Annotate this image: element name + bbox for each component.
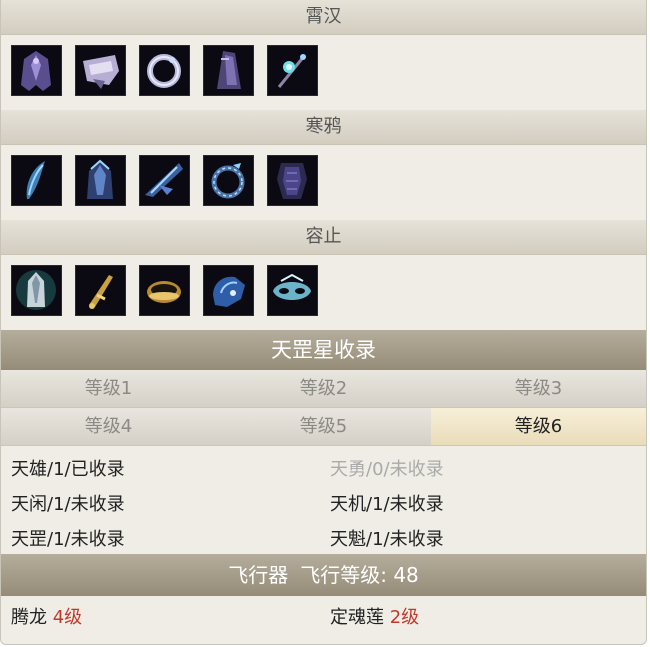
aircraft-level: 4级 [52, 607, 83, 628]
tab-level-2[interactable]: 等级2 [216, 370, 431, 408]
gauntlet-icon[interactable] [203, 265, 254, 316]
feather-icon[interactable] [11, 155, 62, 206]
tab-level-5[interactable]: 等级5 [216, 408, 431, 446]
armband-icon[interactable] [75, 45, 126, 96]
category-header: 容止 [1, 220, 646, 255]
star-entry: 天勇/0/未收录 [330, 459, 444, 480]
robe-icon[interactable] [11, 45, 62, 96]
flight-level: 飞行等级: 48 [300, 563, 419, 587]
star-entry: 天闲/1/未收录 [11, 494, 125, 515]
aircraft-title: 飞行器 [228, 563, 289, 587]
tab-level-1[interactable]: 等级1 [1, 370, 216, 408]
list-item: 天闲/1/未收录 天机/1/未收录 [1, 487, 646, 522]
wing-blade-icon[interactable] [139, 155, 190, 206]
mask-icon[interactable] [267, 265, 318, 316]
aircraft-item: 定魂莲 2级 [320, 596, 639, 640]
list-item: 天雄/1/已收录 天勇/0/未收录 [1, 452, 646, 487]
item-icon-row [1, 255, 646, 330]
aircraft-item: 腾龙 4级 [1, 596, 320, 640]
aircraft-name: 腾龙 [11, 607, 47, 628]
jade-robe-icon[interactable] [11, 265, 62, 316]
level-tab-row: 等级4 等级5 等级6 [1, 408, 646, 446]
level-tab-row: 等级1 等级2 等级3 [1, 370, 646, 408]
star-entry: 天机/1/未收录 [330, 494, 444, 515]
dark-armor-icon[interactable] [267, 155, 318, 206]
item-icon-row [1, 35, 646, 110]
dagger-icon[interactable] [75, 265, 126, 316]
star-entry: 天罡/1/未收录 [11, 529, 125, 550]
tab-level-3[interactable]: 等级3 [431, 370, 646, 408]
category-header: 寒鸦 [1, 110, 646, 145]
tab-level-4[interactable]: 等级4 [1, 408, 216, 446]
scepter-icon[interactable] [267, 45, 318, 96]
serpent-ring-icon[interactable] [203, 155, 254, 206]
gold-ring-icon[interactable] [139, 265, 190, 316]
aircraft-level: 2级 [389, 607, 420, 628]
bracelet-icon[interactable] [139, 45, 190, 96]
collection-title: 天罡星收录 [1, 330, 646, 370]
category-header: 霄汉 [1, 0, 646, 35]
star-entry: 天雄/1/已收录 [11, 459, 125, 480]
spirit-robe-icon[interactable] [75, 155, 126, 206]
aircraft-list: 腾龙 4级 定魂莲 2级 [1, 596, 646, 640]
list-item: 天罡/1/未收录 天魁/1/未收录 [1, 522, 646, 557]
aircraft-name: 定魂莲 [330, 607, 384, 628]
collection-panel: 霄汉 寒鸦 容止 天罡星收录 等级1 等级2 等级3 等级4 等级5 等级6 天… [0, 0, 647, 645]
tab-level-6[interactable]: 等级6 [431, 408, 646, 446]
item-icon-row [1, 145, 646, 220]
aircraft-header: 飞行器 飞行等级: 48 [1, 554, 646, 596]
cloak-icon[interactable] [203, 45, 254, 96]
star-entry: 天魁/1/未收录 [330, 529, 444, 550]
star-list: 天雄/1/已收录 天勇/0/未收录 天闲/1/未收录 天机/1/未收录 天罡/1… [1, 446, 646, 554]
